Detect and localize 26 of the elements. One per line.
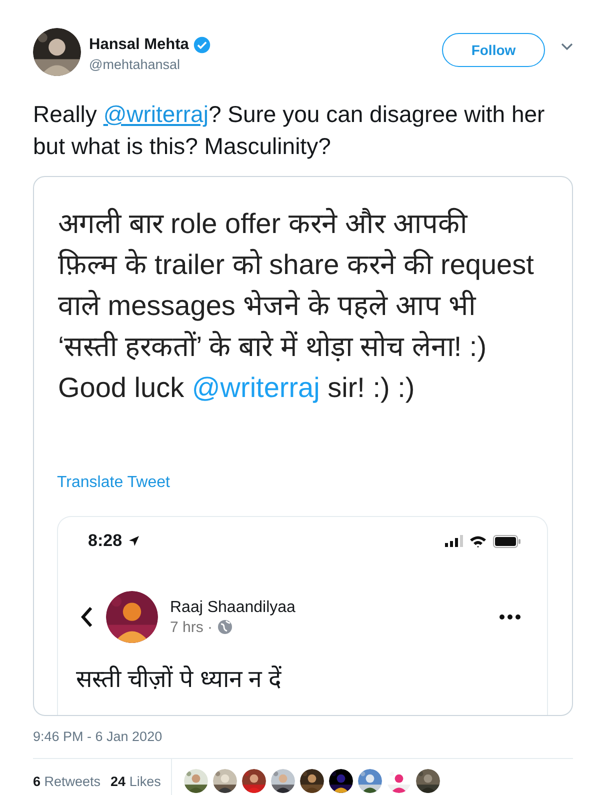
- stat-count[interactable]: 6 Retweets: [33, 774, 101, 788]
- image-text-line: फ़िल्म के trailer को share करने की request: [58, 248, 534, 282]
- more-icon[interactable]: [499, 614, 521, 620]
- battery-icon: [493, 534, 521, 548]
- caret-icon[interactable]: [561, 43, 573, 51]
- globe-icon: [216, 619, 233, 635]
- image-text-line: Good luck @writerraj sir! :) :): [58, 371, 415, 405]
- author-name[interactable]: Hansal Mehta: [89, 36, 189, 54]
- tweet-text: Really @writerraj? Sure you can disagree with her but what is this? Masculinity?: [33, 100, 546, 161]
- mention-link[interactable]: @writerraj: [103, 101, 208, 127]
- post-author: Raaj Shaandilyaa: [170, 598, 296, 616]
- translate-link[interactable]: Translate Tweet: [57, 474, 170, 492]
- tweet-timestamp[interactable]: 9:46 PM - 6 Jan 2020: [33, 729, 162, 744]
- image-text-line: ‘सस्ती हरकतों’ के बारे में थोड़ा सोच लेना! :): [58, 330, 487, 364]
- post-text: सस्ती चीज़ों पे ध्यान न दें: [76, 664, 282, 694]
- signal-icon: [445, 535, 463, 547]
- author-handle[interactable]: @mehtahansal: [89, 57, 180, 72]
- follow-button[interactable]: Follow: [442, 33, 545, 67]
- status-time: 8:28: [88, 531, 122, 551]
- back-icon[interactable]: [80, 606, 94, 628]
- image-text-line: अगली बार role offer करने और आपकी: [58, 206, 467, 241]
- stat-count[interactable]: 24 Likes: [110, 774, 161, 788]
- post-time: 7 hrs ·: [170, 618, 213, 636]
- wifi-icon: [469, 534, 487, 548]
- location-arrow-icon: [128, 535, 140, 547]
- image-text-line: वाले messages भेजने के पहले आप भी: [58, 288, 476, 323]
